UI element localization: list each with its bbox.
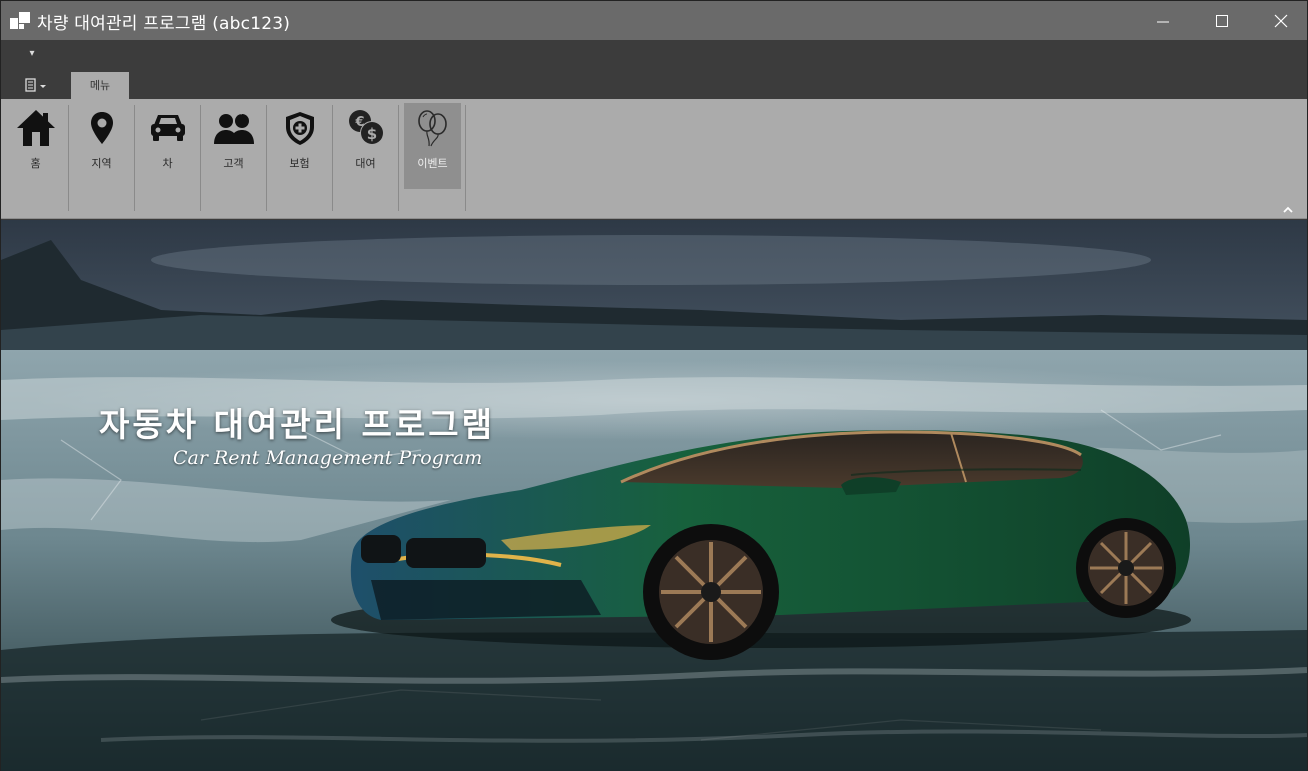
ribbon-region-label: 지역 bbox=[91, 157, 112, 170]
maximize-icon bbox=[1216, 14, 1228, 27]
close-button[interactable] bbox=[1252, 1, 1308, 40]
app-window: 차량 대여관리 프로그램 (abc123) ▾ 메뉴 홈 지역 차 고객 보험 … bbox=[0, 0, 1308, 771]
quick-access-toolbar: ▾ bbox=[1, 40, 1307, 69]
ribbon-insurance-label: 보험 bbox=[289, 157, 310, 170]
ribbon-car-label: 차 bbox=[162, 157, 173, 170]
ribbon-car-button[interactable]: 차 bbox=[139, 103, 196, 189]
title-bar[interactable]: 차량 대여관리 프로그램 (abc123) bbox=[1, 1, 1307, 40]
minimize-icon bbox=[1157, 21, 1169, 22]
banner-title-english: Car Rent Management Program bbox=[173, 447, 483, 469]
customers-icon bbox=[213, 113, 254, 144]
ribbon-separator bbox=[134, 105, 135, 211]
svg-text:$: $ bbox=[366, 125, 376, 143]
banner-title-korean: 자동차 대여관리 프로그램 bbox=[99, 405, 495, 444]
ribbon-customer-label: 고객 bbox=[223, 157, 244, 170]
qat-dropdown-icon[interactable]: ▾ bbox=[25, 48, 39, 62]
maximize-button[interactable] bbox=[1193, 1, 1251, 40]
banner-car-image bbox=[1, 220, 1307, 771]
balloons-icon bbox=[417, 110, 447, 147]
ribbon-separator bbox=[465, 105, 466, 211]
ribbon-rental-button[interactable]: € $ 대여 bbox=[337, 103, 394, 189]
app-logo-icon bbox=[10, 12, 30, 30]
application-menu-button[interactable] bbox=[17, 77, 53, 95]
ribbon-panel: 홈 지역 차 고객 보험 € $ 대여 이벤트 bbox=[1, 99, 1307, 219]
car-icon bbox=[150, 115, 185, 141]
ribbon-customer-button[interactable]: 고객 bbox=[205, 103, 262, 189]
ribbon-region-button[interactable]: 지역 bbox=[73, 103, 130, 189]
ribbon-event-button[interactable]: 이벤트 bbox=[404, 103, 461, 189]
location-pin-icon bbox=[90, 112, 113, 144]
close-icon bbox=[1274, 14, 1288, 27]
ribbon-separator bbox=[398, 105, 399, 211]
tab-menu[interactable]: 메뉴 bbox=[71, 72, 129, 99]
minimize-button[interactable] bbox=[1134, 1, 1192, 40]
main-banner: 자동차 대여관리 프로그램 Car Rent Management Progra… bbox=[1, 220, 1307, 771]
ribbon-separator bbox=[266, 105, 267, 211]
ribbon-home-label: 홈 bbox=[30, 157, 41, 170]
ribbon-home-button[interactable]: 홈 bbox=[7, 103, 64, 189]
ribbon-rental-label: 대여 bbox=[355, 157, 376, 170]
app-menu-icon bbox=[25, 78, 46, 92]
home-icon bbox=[16, 110, 55, 146]
chevron-up-icon bbox=[1283, 206, 1293, 213]
ribbon-insurance-button[interactable]: 보험 bbox=[271, 103, 328, 189]
ribbon-separator bbox=[68, 105, 69, 211]
ribbon-tab-row: 메뉴 bbox=[1, 69, 1307, 99]
ribbon-collapse-button[interactable] bbox=[1281, 199, 1295, 213]
ribbon-separator bbox=[332, 105, 333, 211]
ribbon-separator bbox=[200, 105, 201, 211]
shield-icon bbox=[285, 112, 314, 145]
window-title: 차량 대여관리 프로그램 (abc123) bbox=[37, 14, 291, 34]
ribbon-event-label: 이벤트 bbox=[417, 157, 448, 170]
currency-icon: € $ bbox=[348, 110, 384, 145]
